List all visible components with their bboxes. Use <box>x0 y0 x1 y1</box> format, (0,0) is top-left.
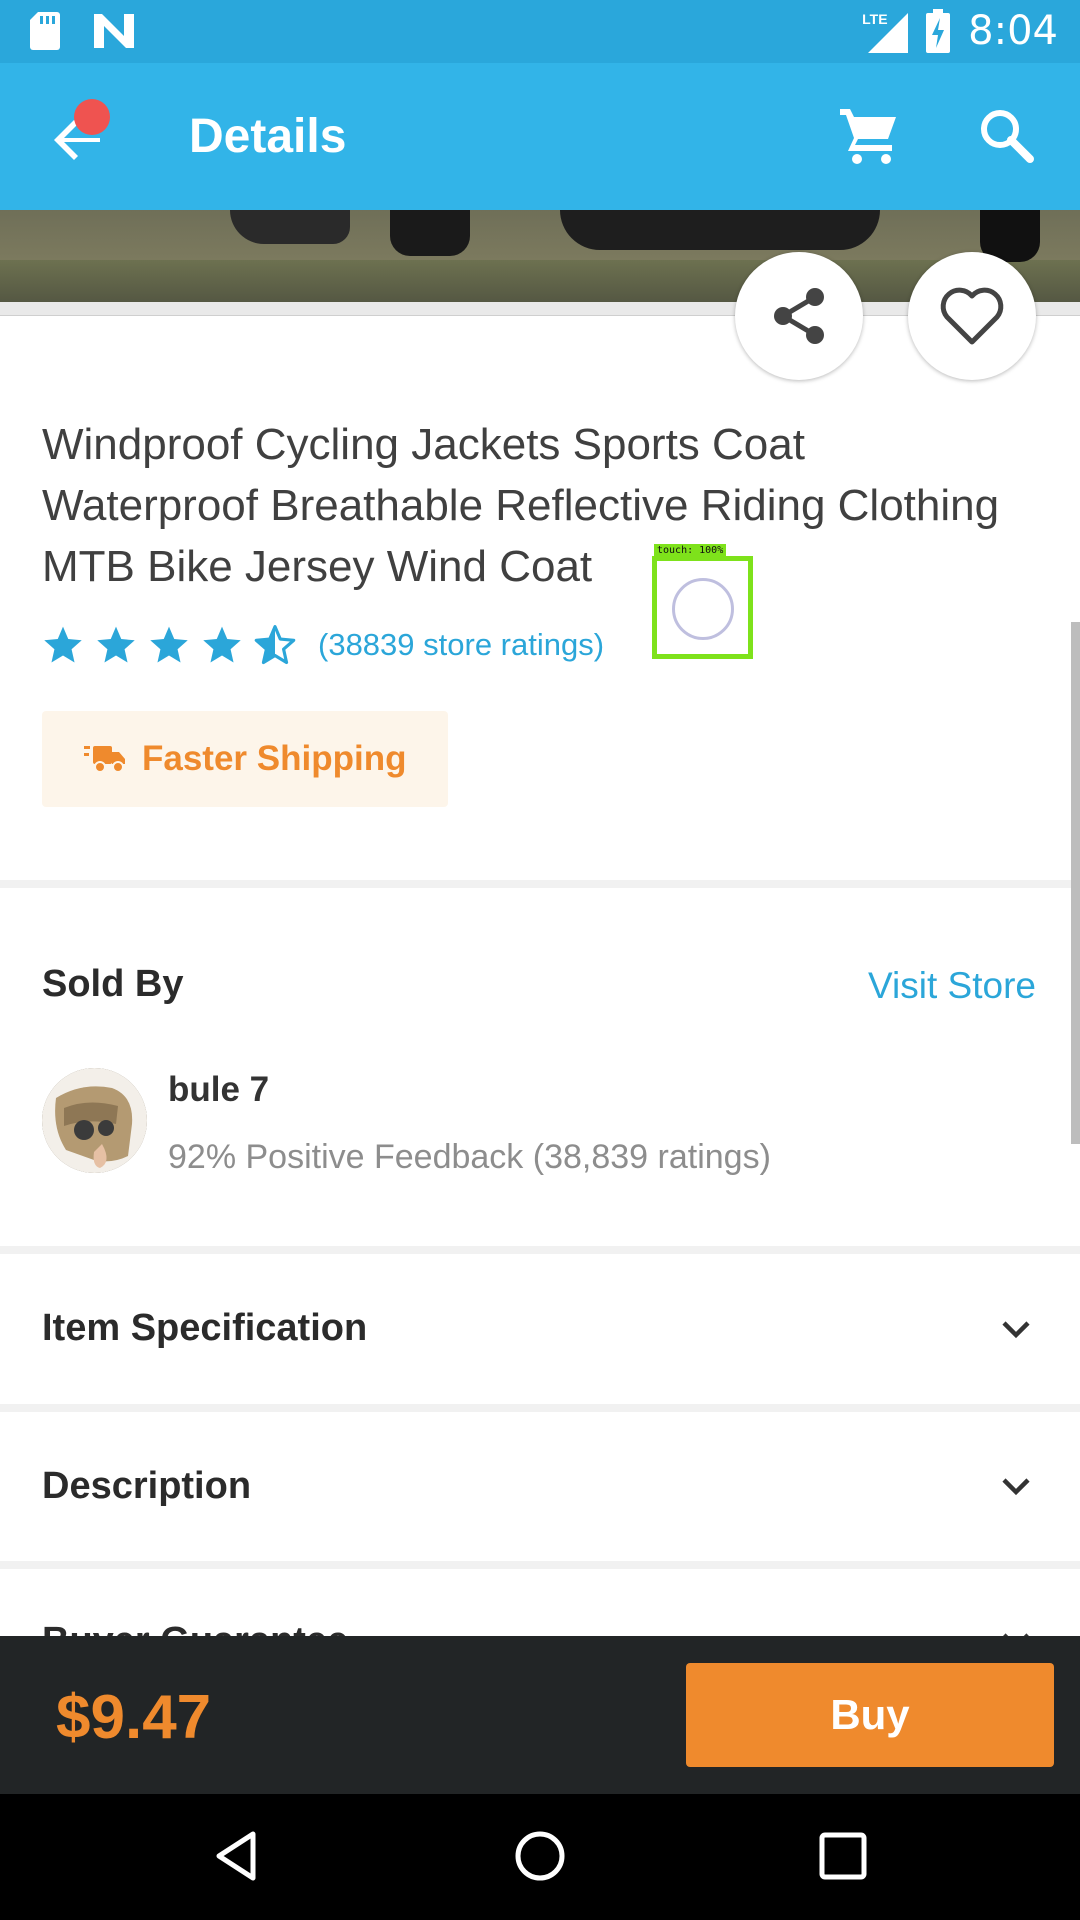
cart-icon[interactable] <box>838 105 900 167</box>
heart-icon <box>940 287 1004 345</box>
store-feedback: 92% Positive Feedback (38,839 ratings) <box>168 1138 771 1176</box>
search-icon[interactable] <box>976 105 1038 167</box>
battery-charging-icon <box>926 9 951 53</box>
navigation-bar <box>0 1794 1080 1920</box>
share-button[interactable] <box>735 252 863 380</box>
star-icon <box>203 626 241 663</box>
store-avatar[interactable] <box>42 1068 147 1173</box>
shipping-badge: Faster Shipping <box>42 711 448 807</box>
shipping-label: Faster Shipping <box>142 739 407 778</box>
notification-dot <box>74 99 110 135</box>
status-bar: LTE 8:04 <box>0 0 1080 63</box>
item-specification-title: Item Specification <box>42 1307 368 1349</box>
truck-icon <box>84 746 125 773</box>
star-icon <box>150 626 188 663</box>
back-nav-icon[interactable] <box>207 1826 267 1886</box>
rating-count[interactable]: (38839 store ratings) <box>318 627 604 663</box>
product-title: Windproof Cycling Jackets Sports Coat Wa… <box>42 420 1000 591</box>
star-icon <box>97 626 135 663</box>
visit-store-link[interactable]: Visit Store <box>868 965 1036 1007</box>
status-time: 8:04 <box>968 8 1058 54</box>
app-bar: Details <box>0 63 1080 210</box>
touch-ripple <box>672 578 734 640</box>
buy-button[interactable]: Buy <box>686 1663 1054 1767</box>
chevron-down-icon <box>1002 1321 1030 1339</box>
star-rating <box>42 624 296 666</box>
price: $9.47 <box>56 1683 212 1752</box>
sold-by-heading: Sold By <box>42 963 184 1005</box>
share-icon <box>774 288 824 344</box>
sd-card-icon <box>30 12 60 50</box>
recents-nav-icon[interactable] <box>813 1826 873 1886</box>
star-icon <box>44 626 82 663</box>
lte-signal-icon: LTE <box>860 9 909 53</box>
chevron-down-icon <box>1002 1478 1030 1496</box>
page-title: Details <box>189 110 347 163</box>
section-divider <box>0 1246 1080 1254</box>
n-notification-icon <box>94 14 134 48</box>
description-title: Description <box>42 1465 252 1507</box>
buy-bar: $9.47 Buy <box>0 1636 1080 1794</box>
half-star-icon <box>254 625 296 665</box>
favorite-button[interactable] <box>908 252 1036 380</box>
scrollbar[interactable] <box>1071 622 1080 1144</box>
section-divider <box>0 880 1080 888</box>
store-name[interactable]: bule 7 <box>168 1070 269 1110</box>
rating-row[interactable]: (38839 store ratings) <box>42 624 604 666</box>
home-nav-icon[interactable] <box>510 1826 570 1886</box>
section-divider <box>0 1561 1080 1569</box>
section-divider <box>0 1404 1080 1412</box>
